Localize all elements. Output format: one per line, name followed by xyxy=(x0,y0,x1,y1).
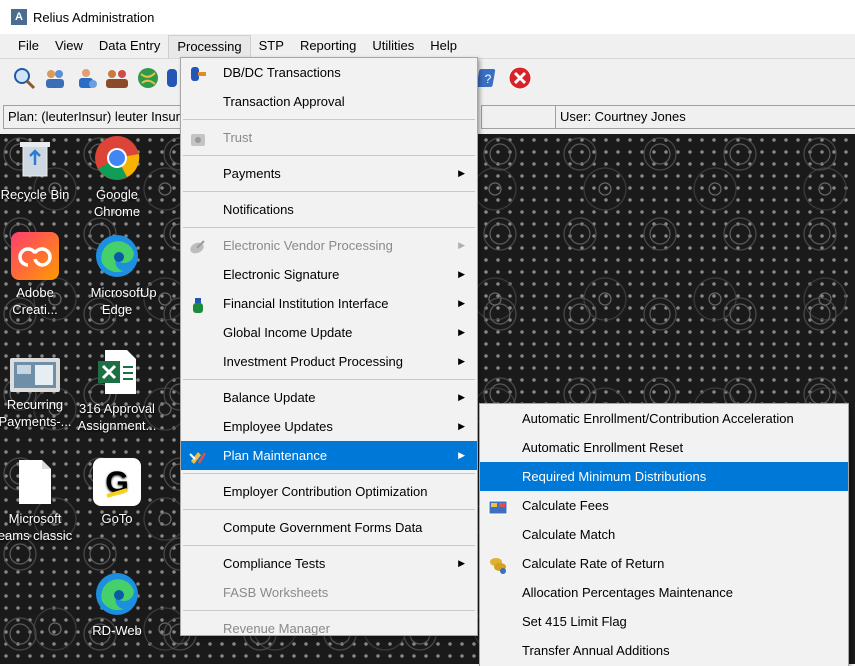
menu-item-payments[interactable]: Payments ▶ xyxy=(181,159,477,188)
menu-item-plan-maintenance[interactable]: Plan Maintenance ▶ xyxy=(181,441,477,470)
desktop-icon-recurring-payments[interactable]: Recurring Payments-... xyxy=(0,348,78,430)
desktop-icon-adobe[interactable]: Adobe Creati... xyxy=(0,232,78,318)
submenu-arrow-icon: ▶ xyxy=(458,168,465,178)
menu-data-entry[interactable]: Data Entry xyxy=(91,35,168,57)
menu-item-financial-institution-interface[interactable]: Financial Institution Interface ▶ xyxy=(181,289,477,318)
menu-separator xyxy=(183,610,475,611)
menu-item-electronic-signature[interactable]: Electronic Signature ▶ xyxy=(181,260,477,289)
title-bar[interactable]: A Relius Administration xyxy=(0,0,855,34)
submenu-arrow-icon: ▶ xyxy=(458,240,465,250)
submenu-item-auto-enrollment-acceleration[interactable]: Automatic Enrollment/Contribution Accele… xyxy=(480,404,848,433)
recycle-bin-icon xyxy=(11,134,59,182)
coins-icon xyxy=(488,555,506,574)
bottle-icon xyxy=(189,295,207,313)
window-title: Relius Administration xyxy=(33,9,155,25)
user-field: User: Courtney Jones xyxy=(555,105,855,129)
plan-maintenance-icon xyxy=(189,447,207,464)
menu-stp[interactable]: STP xyxy=(251,35,292,57)
desktop-icon-up[interactable]: Up xyxy=(140,232,180,301)
menu-file[interactable]: File xyxy=(10,35,47,57)
submenu-item-allocation-percentages-maintenance[interactable]: Allocation Percentages Maintenance xyxy=(480,578,848,607)
menu-separator xyxy=(183,379,475,380)
app-icon xyxy=(155,232,165,280)
submenu-item-set-415-limit-flag[interactable]: Set 415 Limit Flag xyxy=(480,607,848,636)
search-plan-icon[interactable] xyxy=(12,66,36,90)
submenu-item-calculate-fees[interactable]: Calculate Fees xyxy=(480,491,848,520)
menu-item-revenue-manager[interactable]: Revenue Manager xyxy=(181,614,477,643)
menu-processing[interactable]: Processing xyxy=(168,34,251,58)
submenu-item-transfer-annual-additions[interactable]: Transfer Annual Additions xyxy=(480,636,848,665)
menu-item-balance-update[interactable]: Balance Update ▶ xyxy=(181,383,477,412)
svg-text:?: ? xyxy=(485,72,492,86)
menu-help[interactable]: Help xyxy=(422,35,465,57)
calculate-fees-icon xyxy=(488,497,508,515)
submenu-item-auto-enrollment-reset[interactable]: Automatic Enrollment Reset xyxy=(480,433,848,462)
desktop-icon-rd-web[interactable]: RD-Web xyxy=(74,570,160,639)
edge-icon xyxy=(93,232,141,280)
menu-separator xyxy=(183,545,475,546)
chrome-icon xyxy=(93,134,141,182)
menu-item-trust[interactable]: Trust xyxy=(181,123,477,152)
help-book-icon[interactable]: ? xyxy=(476,66,500,90)
globe-icon[interactable] xyxy=(136,66,160,90)
edge-icon xyxy=(93,570,141,618)
submenu-arrow-icon: ▶ xyxy=(458,392,465,402)
desktop-icon-teams-classic[interactable]: Microsoft eams classic xyxy=(0,458,78,544)
menu-item-notifications[interactable]: Notifications xyxy=(181,195,477,224)
desktop-icon-goto[interactable]: G GoTo xyxy=(74,458,160,527)
menu-item-employer-contribution-optimization[interactable]: Employer Contribution Optimization xyxy=(181,477,477,506)
db-dc-icon xyxy=(189,64,207,81)
menu-item-employee-updates[interactable]: Employee Updates ▶ xyxy=(181,412,477,441)
submenu-arrow-icon: ▶ xyxy=(458,269,465,279)
submenu-arrow-icon: ▶ xyxy=(458,298,465,308)
excel-icon xyxy=(93,348,141,396)
plan-maintenance-submenu: Automatic Enrollment/Contribution Accele… xyxy=(479,403,849,666)
database-icon[interactable] xyxy=(166,66,178,90)
submenu-arrow-icon: ▶ xyxy=(458,356,465,366)
menu-item-compliance-tests[interactable]: Compliance Tests ▶ xyxy=(181,549,477,578)
menu-item-fasb-worksheets[interactable]: FASB Worksheets xyxy=(181,578,477,607)
menu-separator xyxy=(183,473,475,474)
menu-reporting[interactable]: Reporting xyxy=(292,35,364,57)
goto-icon: G xyxy=(93,458,141,506)
menu-utilities[interactable]: Utilities xyxy=(364,35,422,57)
menu-item-investment-product-processing[interactable]: Investment Product Processing ▶ xyxy=(181,347,477,376)
status-field-empty xyxy=(481,105,557,129)
menu-bar: File View Data Entry Processing STP Repo… xyxy=(0,34,855,58)
plan-field: Plan: (leuterInsur) leuter Insur xyxy=(3,105,184,129)
submenu-arrow-icon: ▶ xyxy=(458,421,465,431)
desktop-icon-chrome[interactable]: Google Chrome xyxy=(74,134,160,220)
employee-group-icon[interactable] xyxy=(43,66,67,90)
menu-item-electronic-vendor-processing[interactable]: Electronic Vendor Processing ▶ xyxy=(181,231,477,260)
submenu-item-calculate-rate-of-return[interactable]: Calculate Rate of Return xyxy=(480,549,848,578)
menu-item-transaction-approval[interactable]: Transaction Approval xyxy=(181,87,477,116)
menu-separator xyxy=(183,155,475,156)
close-icon[interactable] xyxy=(508,66,532,90)
desktop-icon-excel-file[interactable]: 316 Approval Assignment... xyxy=(74,348,160,434)
trust-icon xyxy=(189,129,207,146)
menu-separator xyxy=(183,191,475,192)
menu-separator xyxy=(183,509,475,510)
satellite-icon xyxy=(189,237,207,254)
video-file-icon xyxy=(10,358,60,392)
menu-item-db-dc-transactions[interactable]: DB/DC Transactions xyxy=(181,58,477,87)
menu-separator xyxy=(183,227,475,228)
menu-item-compute-government-forms-data[interactable]: Compute Government Forms Data xyxy=(181,513,477,542)
people-icon[interactable] xyxy=(105,66,129,90)
adobe-creative-cloud-icon xyxy=(11,232,59,280)
submenu-arrow-icon: ▶ xyxy=(458,558,465,568)
app-icon: A xyxy=(11,9,27,25)
menu-item-global-income-update[interactable]: Global Income Update ▶ xyxy=(181,318,477,347)
submenu-item-calculate-match[interactable]: Calculate Match xyxy=(480,520,848,549)
submenu-item-required-minimum-distributions[interactable]: Required Minimum Distributions xyxy=(480,462,848,491)
document-icon xyxy=(11,458,59,506)
participants-icon[interactable] xyxy=(74,66,98,90)
processing-menu: DB/DC Transactions Transaction Approval … xyxy=(180,57,478,636)
desktop-icon-recycle-bin[interactable]: Recycle Bin xyxy=(0,134,78,203)
menu-view[interactable]: View xyxy=(47,35,91,57)
submenu-arrow-icon: ▶ xyxy=(458,450,465,460)
menu-separator xyxy=(183,119,475,120)
submenu-arrow-icon: ▶ xyxy=(458,327,465,337)
